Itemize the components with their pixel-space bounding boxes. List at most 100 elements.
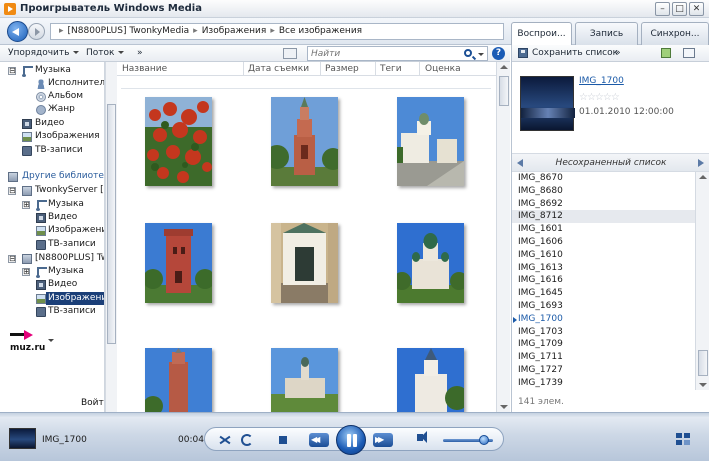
scroll-up-icon[interactable] <box>699 175 707 179</box>
playlist-item[interactable]: IMG_8712 <box>512 210 695 224</box>
pause-button[interactable] <box>336 425 366 455</box>
seek-bar[interactable] <box>0 413 709 417</box>
photo-thumbnail-bell-tower[interactable] <box>271 97 338 186</box>
list-options-icon[interactable] <box>661 48 671 58</box>
column-size[interactable]: Размер <box>325 64 359 74</box>
scroll-down-icon[interactable] <box>699 383 707 387</box>
gallery-scrollbar[interactable] <box>496 62 510 412</box>
now-playing-title[interactable]: IMG_1700 <box>579 76 624 86</box>
playlist-item[interactable]: IMG_8670 <box>512 172 695 185</box>
volume-slider[interactable] <box>443 435 493 445</box>
more-button[interactable]: » <box>615 48 621 58</box>
playlist-item[interactable]: IMG_1645 <box>512 287 695 300</box>
next-icon[interactable] <box>373 433 393 447</box>
playlist-item[interactable]: IMG_1601 <box>512 223 695 236</box>
playlist-item[interactable]: IMG_1616 <box>512 274 695 287</box>
tab-play[interactable]: Воспрои... <box>511 22 572 45</box>
tab-sync[interactable]: Синхрон... <box>641 22 709 45</box>
photo-thumbnail-monastery[interactable] <box>271 348 338 412</box>
breadcrumb-item[interactable]: Все изображения <box>279 26 362 36</box>
volume-slider-thumb[interactable] <box>479 435 489 445</box>
photo-thumbnail-white-church[interactable] <box>397 348 464 412</box>
collapse-icon[interactable]: ⊟ <box>8 187 16 195</box>
forward-button[interactable] <box>28 23 45 40</box>
rating-stars-icon[interactable]: ☆☆☆☆☆ <box>579 92 620 103</box>
playlist-item[interactable]: IMG_1703 <box>512 326 695 339</box>
column-date-taken[interactable]: Дата съемки <box>248 64 309 74</box>
login-link[interactable]: Войти <box>81 398 104 408</box>
playlist-item[interactable]: IMG_8692 <box>512 198 695 211</box>
photo-thumbnail-rowan-berries[interactable] <box>145 97 212 186</box>
tv-icon <box>22 146 32 156</box>
server-icon <box>22 254 32 264</box>
scrollbar-thumb[interactable] <box>107 104 116 344</box>
next-list-icon[interactable] <box>698 159 704 167</box>
column-tags[interactable]: Теги <box>380 64 402 74</box>
view-options-icon[interactable] <box>283 48 297 59</box>
tree-scrollbar[interactable] <box>105 62 117 412</box>
organize-menu[interactable]: Упорядочить <box>8 48 80 58</box>
more-button[interactable]: » <box>137 48 143 58</box>
tv-icon <box>36 240 46 250</box>
scroll-up-icon[interactable] <box>500 65 508 69</box>
expand-icon[interactable]: ⊞ <box>22 268 30 276</box>
stream-menu[interactable]: Поток <box>86 48 125 58</box>
breadcrumb[interactable]: ▸ [N8800PLUS] TwonkyMedia ▸ Изображения ▸ Все… <box>50 23 504 40</box>
chevron-down-icon[interactable] <box>478 53 484 56</box>
minimize-button[interactable]: – <box>655 2 670 16</box>
clear-list-icon[interactable] <box>683 48 695 58</box>
column-divider[interactable] <box>419 62 420 76</box>
save-list-button[interactable]: Сохранить список <box>532 48 618 58</box>
breadcrumb-item[interactable]: [N8800PLUS] TwonkyMedia <box>68 26 190 36</box>
photo-thumbnail-red-tower[interactable] <box>145 223 212 303</box>
playlist-item[interactable]: IMG_1610 <box>512 249 695 262</box>
now-playing-thumbnail <box>520 76 575 131</box>
photo-thumbnail-chapel[interactable] <box>271 223 338 303</box>
column-divider[interactable] <box>375 62 376 76</box>
search-input[interactable] <box>308 47 453 60</box>
playlist-item[interactable]: IMG_1727 <box>512 364 695 377</box>
column-divider[interactable] <box>320 62 321 76</box>
playlist-item[interactable]: IMG_1739 <box>512 377 695 390</box>
column-title[interactable]: Название <box>122 64 167 74</box>
playlist-item[interactable]: IMG_1613 <box>512 262 695 275</box>
scrollbar-thumb[interactable] <box>499 76 509 106</box>
playlist-item[interactable]: IMG_1700 <box>512 313 695 326</box>
search-icon[interactable] <box>464 49 472 57</box>
title-bar: Проигрыватель Windows Media – □ ✕ <box>0 0 709 18</box>
photo-thumbnail-church-street[interactable] <box>397 97 464 186</box>
back-button[interactable] <box>7 21 28 42</box>
playlist-scrollbar[interactable] <box>695 172 709 390</box>
shuffle-icon[interactable] <box>217 432 233 448</box>
tree-item-label: Изображения <box>35 131 100 141</box>
maximize-button[interactable]: □ <box>672 2 687 16</box>
volume-icon[interactable] <box>417 431 427 443</box>
photo-thumbnail-ruined-tower[interactable] <box>145 348 212 412</box>
expand-icon[interactable]: ⊞ <box>22 201 30 209</box>
online-store-logo[interactable]: muz.ru <box>8 330 48 354</box>
column-rating[interactable]: Оценка <box>425 64 461 74</box>
save-icon[interactable] <box>518 48 528 58</box>
playlist-item[interactable]: IMG_1709 <box>512 338 695 351</box>
collapse-icon[interactable]: ⊟ <box>8 67 16 75</box>
elapsed-time: 00:04 <box>178 435 204 445</box>
breadcrumb-item[interactable]: Изображения <box>202 26 267 36</box>
previous-icon[interactable] <box>309 433 329 447</box>
playlist-item[interactable]: IMG_1606 <box>512 236 695 249</box>
scroll-down-icon[interactable] <box>500 405 508 409</box>
photo-thumbnail-orthodox-church[interactable] <box>397 223 464 303</box>
playlist-item[interactable]: IMG_1693 <box>512 300 695 313</box>
playlist-item[interactable]: IMG_1711 <box>512 351 695 364</box>
repeat-icon[interactable] <box>241 434 253 446</box>
column-divider[interactable] <box>243 62 244 76</box>
chevron-down-icon[interactable] <box>48 339 54 342</box>
close-button[interactable]: ✕ <box>689 2 704 16</box>
collapse-icon[interactable]: ⊟ <box>8 255 16 263</box>
tab-burn[interactable]: Запись <box>575 22 638 45</box>
playlist-item[interactable]: IMG_8680 <box>512 185 695 198</box>
switch-to-now-playing-icon[interactable] <box>676 433 690 445</box>
window-title: Проигрыватель Windows Media <box>20 3 202 14</box>
help-icon[interactable]: ? <box>492 47 505 60</box>
scrollbar-thumb[interactable] <box>698 350 708 376</box>
stop-icon[interactable] <box>279 436 287 444</box>
